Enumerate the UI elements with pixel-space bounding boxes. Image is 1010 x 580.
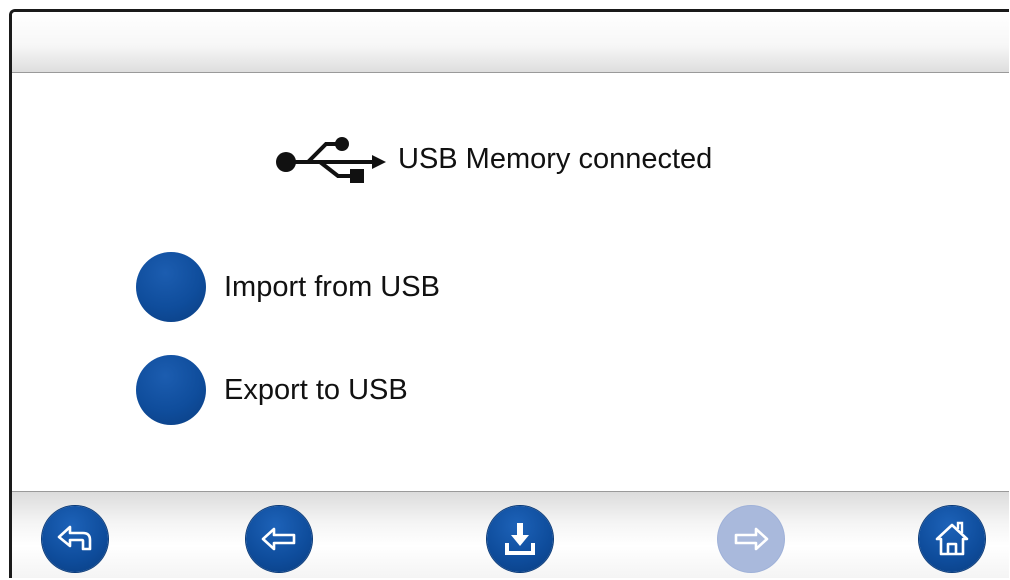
export-to-usb-option[interactable]: Export to USB [136,355,408,425]
download-button[interactable] [487,506,553,572]
previous-button[interactable] [246,506,312,572]
usb-menu-panel: USB Memory connected Import from USB Exp… [12,73,1009,491]
import-from-usb-option[interactable]: Import from USB [136,252,440,322]
arrow-right-icon [734,527,769,551]
import-radio-button[interactable] [136,252,206,322]
home-button[interactable] [919,506,985,572]
arrow-left-icon [261,527,296,551]
return-button[interactable] [42,506,108,572]
title-bar [12,12,1009,73]
bottom-toolbar [12,491,1009,578]
return-icon [57,525,92,551]
usb-status: USB Memory connected [274,135,712,183]
download-icon [505,523,535,555]
device-screen: USB Memory connected Import from USB Exp… [9,9,1009,578]
usb-icon [276,137,386,183]
export-radio-button[interactable] [136,355,206,425]
export-option-label: Export to USB [224,373,408,406]
import-option-label: Import from USB [224,270,440,303]
usb-status-text: USB Memory connected [398,142,713,175]
home-icon [935,521,969,556]
next-button[interactable] [718,506,784,572]
